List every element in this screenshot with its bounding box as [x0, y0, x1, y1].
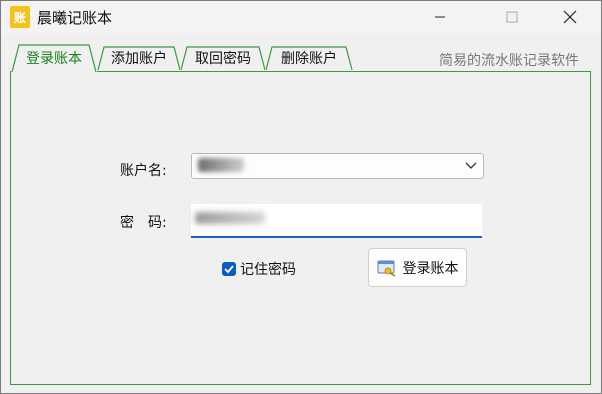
- checkmark-icon: [224, 265, 234, 274]
- remember-password-checkbox[interactable]: [222, 262, 236, 276]
- app-logo-icon: 账: [10, 6, 30, 28]
- password-input[interactable]: [191, 204, 482, 238]
- close-icon: [563, 10, 577, 24]
- maximize-button[interactable]: [489, 1, 535, 33]
- tab-login[interactable]: 登录账本: [11, 44, 97, 72]
- remember-password-label: 记住密码: [240, 262, 296, 278]
- chevron-down-icon: [465, 162, 477, 169]
- tab-login-label: 登录账本: [26, 51, 82, 67]
- account-label: 账户名:: [120, 163, 167, 179]
- tab-recover-password-label: 取回密码: [195, 51, 251, 67]
- app-tagline: 简易的流水账记录软件: [439, 53, 579, 69]
- remember-password-option[interactable]: 记住密码: [222, 259, 296, 279]
- maximize-icon: [506, 11, 518, 23]
- password-value-redacted: [195, 212, 265, 224]
- login-key-icon: [377, 260, 395, 277]
- close-button[interactable]: [547, 1, 593, 33]
- tab-delete-account[interactable]: 删除账户: [265, 46, 353, 70]
- login-button-label: 登录账本: [402, 260, 459, 277]
- window-title: 晨曦记账本: [37, 9, 113, 27]
- password-label: 密 码:: [120, 215, 167, 231]
- minimize-button[interactable]: [417, 1, 463, 33]
- app-window: 账 晨曦记账本 登录账本 添加账户 取回密码 删除账户 简易的流水账记录软件 账…: [0, 0, 602, 394]
- title-bar: 账 晨曦记账本: [1, 1, 601, 34]
- minimize-icon: [435, 16, 445, 18]
- tab-add-account[interactable]: 添加账户: [97, 46, 181, 70]
- tab-recover-password[interactable]: 取回密码: [180, 46, 266, 70]
- account-select[interactable]: [191, 153, 484, 179]
- account-value-redacted: [198, 158, 244, 172]
- tab-add-account-label: 添加账户: [111, 51, 167, 67]
- login-button[interactable]: 登录账本: [368, 248, 467, 287]
- login-panel: 账户名: 密 码: 记住密码 登录账本: [10, 71, 591, 385]
- tab-delete-account-label: 删除账户: [281, 51, 337, 67]
